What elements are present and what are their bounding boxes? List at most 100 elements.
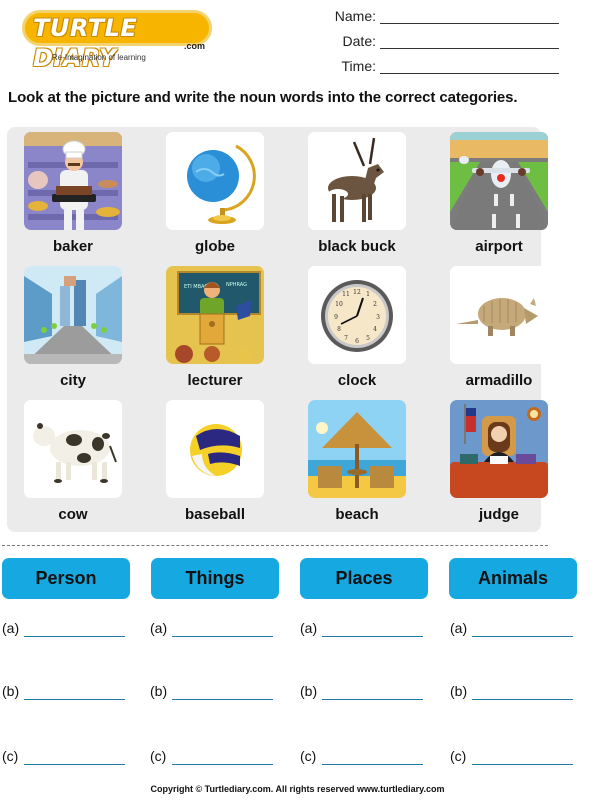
things-answer-b[interactable]: (b) — [150, 683, 273, 700]
answer-marker: (b) — [2, 683, 20, 699]
date-field: Date: — [300, 33, 570, 58]
svg-text:8: 8 — [337, 326, 341, 333]
picture-word: baseball — [184, 506, 246, 523]
dashed-divider — [2, 545, 548, 546]
picture-word: beach — [335, 506, 379, 523]
answer-blank-line[interactable] — [172, 636, 273, 637]
places-answer-b[interactable]: (b) — [300, 683, 423, 700]
answer-blank-line[interactable] — [472, 699, 573, 700]
judge-picture-icon — [450, 400, 548, 498]
copyright-footer: Copyright © Turtlediary.com. All rights … — [150, 784, 445, 794]
picture-card-black-buck: black buck — [291, 127, 433, 260]
time-field: Time: — [300, 58, 570, 83]
answer-blank-line[interactable] — [24, 636, 125, 637]
picture-word: armadillo — [465, 372, 533, 389]
picture-card-armadillo: armadillo — [433, 261, 575, 394]
answer-blank-line[interactable] — [322, 636, 423, 637]
name-field: Name: — [300, 8, 570, 33]
svg-text:11: 11 — [342, 291, 350, 298]
things-answer-c[interactable]: (c) — [150, 748, 273, 765]
svg-text:5: 5 — [366, 335, 370, 342]
picture-card-cow: cow — [7, 395, 149, 528]
svg-text:9: 9 — [334, 314, 338, 321]
answer-blank-line[interactable] — [322, 699, 423, 700]
places-answer-a[interactable]: (a) — [300, 620, 423, 637]
person-answer-c[interactable]: (c) — [2, 748, 125, 765]
student-info-fields: Name: Date: Time: — [300, 8, 570, 83]
picture-word: city — [60, 372, 86, 389]
cow-picture-icon — [24, 400, 122, 498]
picture-word: airport — [475, 238, 523, 255]
answer-blank-line[interactable] — [172, 764, 273, 765]
answer-marker: (b) — [150, 683, 168, 699]
lecturer-picture-icon: ETI MBAG NPHRAG — [166, 266, 264, 364]
answer-blank-line[interactable] — [472, 764, 573, 765]
date-input-line[interactable] — [380, 48, 559, 49]
picture-word: judge — [479, 506, 519, 523]
answer-blank-line[interactable] — [472, 636, 573, 637]
answer-marker: (a) — [150, 620, 168, 636]
airport-picture-icon — [450, 132, 548, 230]
picture-card-lecturer: ETI MBAG NPHRAG lecturer — [149, 261, 291, 394]
blackbuck-picture-icon — [308, 132, 406, 230]
svg-text:1: 1 — [366, 291, 370, 298]
category-header-things: Things — [151, 558, 279, 599]
svg-text:6: 6 — [355, 338, 359, 345]
picture-word: cow — [58, 506, 88, 523]
svg-text:10: 10 — [335, 301, 343, 308]
picture-card-airport: airport — [433, 127, 575, 260]
date-label: Date: — [342, 33, 376, 49]
answer-marker: (a) — [450, 620, 468, 636]
clock-picture-icon: 12 3 6 9 12 45 7 8 10 11 — [308, 266, 406, 364]
turtle-diary-logo: TURTLE DIARY .com Re-Imagination of lear… — [22, 10, 212, 72]
places-answer-c[interactable]: (c) — [300, 748, 423, 765]
svg-text:4: 4 — [373, 326, 377, 333]
category-header-animals: Animals — [449, 558, 577, 599]
answer-blank-line[interactable] — [24, 764, 125, 765]
picture-card-judge: judge — [433, 395, 575, 528]
picture-word: clock — [337, 372, 377, 389]
animals-answer-b[interactable]: (b) — [450, 683, 573, 700]
answer-blank-line[interactable] — [24, 699, 125, 700]
category-header-places: Places — [300, 558, 428, 599]
svg-text:7: 7 — [344, 335, 348, 342]
name-input-line[interactable] — [380, 23, 559, 24]
armadillo-picture-icon — [450, 266, 548, 364]
picture-word: black buck — [318, 238, 396, 255]
picture-card-globe: globe — [149, 127, 291, 260]
picture-word: globe — [195, 238, 235, 255]
name-label: Name: — [334, 8, 376, 24]
person-answer-a[interactable]: (a) — [2, 620, 125, 637]
time-input-line[interactable] — [380, 73, 559, 74]
svg-text:12: 12 — [353, 289, 361, 296]
time-label: Time: — [341, 58, 376, 74]
globe-picture-icon — [166, 132, 264, 230]
answer-marker: (c) — [2, 748, 19, 764]
answer-marker: (c) — [300, 748, 317, 764]
answer-marker: (a) — [300, 620, 318, 636]
beach-picture-icon — [308, 400, 406, 498]
picture-panel: baker globe black buck airport city ETI … — [7, 127, 548, 532]
svg-text:3: 3 — [376, 314, 380, 321]
animals-answer-c[interactable]: (c) — [450, 748, 573, 765]
answer-marker: (b) — [300, 683, 318, 699]
answer-blank-line[interactable] — [172, 699, 273, 700]
answer-marker: (a) — [2, 620, 20, 636]
picture-card-city: city — [7, 261, 149, 394]
logo-tagline: Re-Imagination of learning — [52, 53, 146, 62]
instruction-text: Look at the picture and write the noun w… — [8, 89, 518, 106]
picture-word: lecturer — [187, 372, 243, 389]
picture-card-baseball: baseball — [149, 395, 291, 528]
person-answer-b[interactable]: (b) — [2, 683, 125, 700]
picture-card-clock: 12 3 6 9 12 45 7 8 10 11 clock — [291, 261, 433, 394]
ball-picture-icon — [166, 400, 264, 498]
answer-marker: (b) — [450, 683, 468, 699]
picture-word: baker — [52, 238, 94, 255]
svg-text:NPHRAG: NPHRAG — [226, 282, 247, 288]
answer-blank-line[interactable] — [322, 764, 423, 765]
animals-answer-a[interactable]: (a) — [450, 620, 573, 637]
answer-marker: (c) — [450, 748, 467, 764]
things-answer-a[interactable]: (a) — [150, 620, 273, 637]
svg-text:2: 2 — [373, 301, 377, 308]
picture-card-beach: beach — [291, 395, 433, 528]
